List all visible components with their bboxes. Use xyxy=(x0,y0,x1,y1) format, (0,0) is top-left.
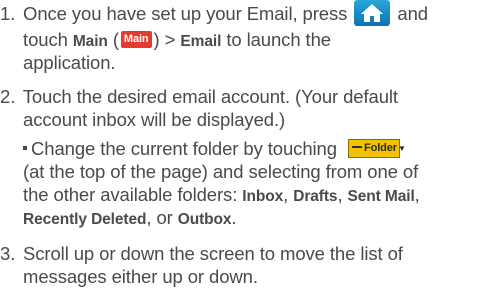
step-3-line-2: messages either up or down. xyxy=(0,266,258,288)
step-1-number: 1. xyxy=(0,2,16,24)
step-3-number: 3. xyxy=(0,243,16,264)
step-1-launch: to launch the xyxy=(226,29,331,50)
instruction-document: 1. Once you have set up your Email, pres… xyxy=(0,0,486,299)
comma: , xyxy=(414,184,420,205)
bullet-line-1: Change the current folder by touching Fo… xyxy=(0,138,406,160)
bullet-line-4: Recently Deleted, or Outbox. xyxy=(0,207,237,231)
step-1-line-1: 1. Once you have set up your Email, pres… xyxy=(0,0,428,28)
folder-drafts: Drafts xyxy=(293,188,338,205)
folder-dropdown-icon: Folder▼ xyxy=(347,138,406,158)
home-icon xyxy=(354,0,391,26)
paren-open: ( xyxy=(107,29,119,50)
bullet-text-1: Change the current folder by touching xyxy=(31,138,337,159)
step-2-text-1: Touch the desired email account. (Your d… xyxy=(22,86,398,107)
email-label: Email xyxy=(180,33,222,50)
step-2-number: 2. xyxy=(0,86,16,107)
comma: , xyxy=(283,184,289,205)
paren-close: ) xyxy=(153,29,160,50)
step-1-text-a: Once you have set up your Email, press xyxy=(23,2,348,24)
folder-outbox: Outbox xyxy=(177,211,232,228)
folder-sent-mail: Sent Mail xyxy=(347,188,415,205)
caret-down-icon: ▼ xyxy=(397,143,406,153)
step-3-line-1: 3. Scroll up or down the screen to move … xyxy=(0,243,403,265)
bullet-text-3: the other available folders: xyxy=(23,184,238,205)
step-1-line-2: touch Main (Main) > Email to launch the xyxy=(0,29,331,53)
step-3-text-2: messages either up or down. xyxy=(23,266,258,287)
bullet-text-2: (at the top of the page) and selecting f… xyxy=(23,161,419,182)
step-1-application: application. xyxy=(23,52,116,73)
folder-inbox: Inbox xyxy=(242,188,284,205)
step-2-line-1: 2. Touch the desired email account. (You… xyxy=(0,86,398,108)
bullet-square-icon xyxy=(23,146,28,151)
step-2-text-2: account inbox will be displayed.) xyxy=(23,109,286,130)
bullet-line-2: (at the top of the page) and selecting f… xyxy=(0,161,418,183)
arrow-separator: > xyxy=(164,29,176,50)
folder-dash-icon xyxy=(351,145,362,148)
folder-button-label: Folder xyxy=(363,141,397,154)
step-1-touch: touch xyxy=(23,29,68,50)
main-button-icon: Main xyxy=(120,30,152,48)
or-text: , or xyxy=(146,207,173,228)
step-1-text-b: and xyxy=(397,2,428,24)
step-2-line-2: account inbox will be displayed.) xyxy=(0,109,285,131)
step-3-text-1: Scroll up or down the screen to move the… xyxy=(23,243,403,264)
step-1-line-3: application. xyxy=(0,52,116,74)
bullet-line-3: the other available folders: Inbox, Draf… xyxy=(0,184,420,208)
period: . xyxy=(231,207,237,228)
comma: , xyxy=(337,184,343,205)
main-label: Main xyxy=(72,33,108,50)
folder-recently-deleted: Recently Deleted xyxy=(23,211,147,228)
